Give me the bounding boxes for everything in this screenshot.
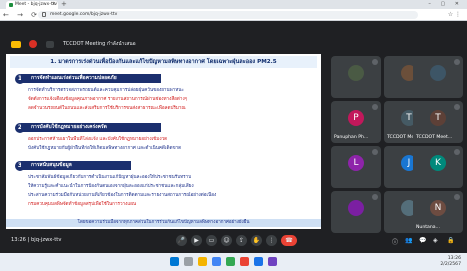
bullet-item: ประชาสัมพันธ์ข้อมูลเกี่ยวกับการดำเนินงาน… [28,174,313,182]
avatar: P [348,110,364,126]
url-text: meet.google.com/bjq-jzwx-ttv [50,12,118,17]
avatar [430,65,446,81]
participant-tile[interactable]: N Nuntana... [413,191,463,233]
participant-tile[interactable] [331,56,381,98]
avatar [348,65,364,81]
nav-buttons[interactable]: ← → ⟳ [3,10,40,20]
mic-off-icon [454,149,460,155]
window-controls[interactable]: – ▢ ✕ [428,0,463,9]
participant-tile[interactable]: L [331,146,381,188]
bullet-item: จัดตั้งการแจ้งเตือนข้อมูลคุณภาพอากาศ ราย… [28,96,313,104]
presenter-label: TCCDOT Meeting กำลังนำเสนอ [63,41,136,47]
hand-raise-icon[interactable] [11,41,21,48]
browser-tab[interactable]: Meet - bjq-jzwx-ttv × [6,1,58,9]
participant-tile[interactable] [413,56,463,98]
section-heading: การสนับสนุนข้อมูล [21,161,131,170]
slide-footer: โดยขอความร่วมมือจากทุกภาคส่วนในการร่วมกั… [6,219,321,227]
clock-time: 13:26 [447,256,461,261]
participant-tile[interactable]: T TCCDOT Meet... [413,101,463,143]
chrome-icon[interactable] [212,257,221,266]
shared-screen-slide: 1. มาตรการเร่งด่วนเพื่อป้องกันและแก้ไขปั… [6,54,321,229]
mic-toggle-button[interactable]: 🎤 [176,235,187,246]
bullet-item: ประสานความร่วมมือกับหน่วยงานที่เกี่ยวข้อ… [28,192,313,200]
slide-title: 1. มาตรการเร่งด่วนเพื่อป้องกันและแก้ไขปั… [10,56,317,68]
close-tab-icon[interactable]: × [52,1,56,7]
meet-favicon-icon [9,3,13,7]
start-icon[interactable] [170,257,179,266]
raise-hand-button[interactable]: ✋ [251,235,262,246]
clock-date: 2/2/2567 [440,262,461,267]
search-icon[interactable] [184,257,193,266]
url-field[interactable]: meet.google.com/bjq-jzwx-ttv [38,11,418,19]
meeting-time-and-code: 13:26 | bjq-jzwx-ttv [11,237,62,243]
bullet-item: บังคับใช้กฎหมายกับผู้ฝ่าฝืนที่ก่อให้เกิด… [28,145,313,153]
record-indicator-icon [29,40,37,48]
bullet-item: ออกประกาศห้ามเผาในพื้นที่โล่งแจ้ง และบัง… [28,136,313,144]
mic-off-icon [372,104,378,110]
mic-off-icon [372,194,378,200]
avatar: T [430,110,446,126]
avatar: L [348,155,364,171]
bullet-item: ลดจำนวนรถยนต์ในถนนและส่งเสริมการใช้บริกา… [28,105,313,113]
mic-off-icon [372,59,378,65]
mic-off-icon [454,194,460,200]
app-icon[interactable] [240,257,249,266]
bullet-item: กรมควบคุมมลพิษจัดทำข้อมูลสรุปเพื่อใช้ในก… [28,201,313,209]
avatar: K [430,155,446,171]
browser-menu-icon[interactable]: ☆ ⋮ [421,11,461,19]
participant-tile[interactable] [331,191,381,233]
presenter-avatar [46,41,54,48]
mic-off-icon [372,149,378,155]
system-clock[interactable]: 13:26 2/2/2567 [440,256,461,268]
app-icon[interactable] [226,257,235,266]
app-icon[interactable] [254,257,263,266]
bullet-item: การจัดทำบริการตรวจสภาพรถยนต์และควบคุมการ… [28,87,313,95]
bullet-item: ให้ความรู้และคำแนะนำในการป้องกันตนเองจาก… [28,183,313,191]
host-controls-icon[interactable]: 🔒 [447,237,454,244]
participant-name: TCCDOT Meet... [416,135,453,140]
section-heading: การจัดทำแผนเร่งด่วนเพื่อความปลอดภัย [21,74,161,83]
avatar: N [430,200,446,216]
leave-call-button[interactable]: ☎ [281,235,297,246]
app-icon[interactable] [268,257,277,266]
meeting-details-icon[interactable]: ⓘ [392,237,398,246]
people-icon[interactable]: 👥 [405,237,412,244]
captions-button[interactable]: ▭ [206,235,217,246]
browser-tab-title: Meet - bjq-jzwx-ttv [15,2,58,7]
section-heading: การบังคับใช้กฎหมายอย่างเคร่งครัด [21,123,161,132]
screen: Meet - bjq-jzwx-ttv × + – ▢ ✕ ← → ⟳ meet… [0,0,467,271]
activities-icon[interactable]: ◈ [433,237,438,244]
emoji-reaction-button[interactable]: ☺ [221,235,232,246]
file-explorer-icon[interactable] [198,257,207,266]
more-options-button[interactable]: ⋮ [266,235,277,246]
avatar [348,200,364,216]
chat-icon[interactable]: 💬 [419,237,426,244]
meeting-code: bjq-jzwx-ttv [31,237,62,243]
participant-tile[interactable]: P Panuphan Ph... [331,101,381,143]
participant-name: Panuphan Ph... [334,135,369,140]
camera-toggle-button[interactable]: ▶ [191,235,202,246]
browser-tabbar: Meet - bjq-jzwx-ttv × + – ▢ ✕ [0,0,467,9]
meeting-time: 13:26 [11,237,26,243]
mic-off-icon [454,59,460,65]
participant-tile[interactable]: K [413,146,463,188]
lock-icon [42,12,46,17]
address-bar: ← → ⟳ meet.google.com/bjq-jzwx-ttv ☆ ⋮ [0,9,467,21]
participant-name: Nuntana... [416,225,440,230]
present-screen-button[interactable]: ⇪ [236,235,247,246]
new-tab-icon[interactable]: + [61,0,67,9]
mic-off-icon [454,104,460,110]
